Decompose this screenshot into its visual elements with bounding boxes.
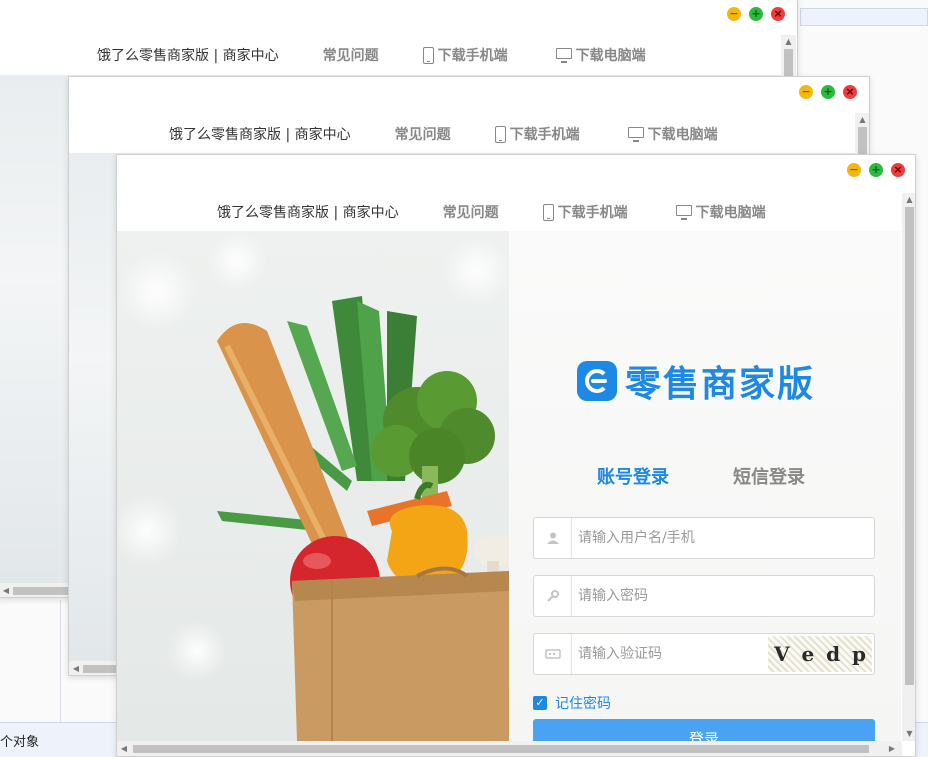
tab-sms-login[interactable]: 短信登录	[733, 463, 805, 489]
grocery-bag-illustration	[117, 231, 509, 741]
download-desktop-link[interactable]: 下载电脑端	[675, 202, 766, 222]
download-desktop-label: 下载电脑端	[575, 48, 646, 64]
top-nav: 饿了么零售商家版 | 商家中心 常见问题 下载手机端 下载电脑端	[97, 45, 646, 65]
download-mobile-label: 下载手机端	[557, 205, 628, 221]
password-field	[533, 575, 875, 617]
brand-link[interactable]: 饿了么零售商家版 | 商家中心	[169, 124, 351, 144]
minimize-button[interactable]: −	[847, 163, 861, 177]
user-icon	[534, 518, 572, 558]
close-button[interactable]: ×	[843, 85, 857, 99]
faq-label: 常见问题	[322, 48, 379, 64]
username-input[interactable]	[572, 518, 874, 558]
remember-password[interactable]: ✓ 记住密码	[533, 693, 611, 713]
app-window-front[interactable]: − + × 饿了么零售商家版 | 商家中心 常见问题 下载手机端 下载电脑端 零…	[116, 154, 916, 757]
download-desktop-label: 下载电脑端	[647, 127, 718, 143]
faq-link[interactable]: 常见问题	[443, 202, 499, 222]
scroll-up-arrow[interactable]: ▲	[902, 193, 915, 207]
phone-icon	[422, 46, 434, 64]
minimize-button[interactable]: −	[799, 85, 813, 99]
captcha-char: e	[801, 642, 815, 666]
captcha-image[interactable]: V e d p	[768, 636, 872, 672]
window-controls: − + ×	[799, 85, 857, 99]
minimize-button[interactable]: −	[727, 7, 741, 21]
captcha-icon	[534, 634, 572, 674]
window-controls: − + ×	[847, 163, 905, 177]
window-controls: − + ×	[727, 7, 785, 21]
captcha-field: V e d p	[533, 633, 875, 675]
grocery-image	[117, 231, 509, 741]
phone-icon	[494, 125, 506, 143]
eleme-logo-icon	[577, 361, 617, 401]
monitor-icon	[555, 47, 572, 63]
key-icon	[534, 576, 572, 616]
download-mobile-link[interactable]: 下载手机端	[422, 45, 508, 65]
scroll-left-arrow[interactable]: ◀	[69, 661, 83, 675]
monitor-icon	[675, 204, 692, 220]
background-toolbar	[800, 8, 928, 26]
captcha-input[interactable]	[572, 634, 768, 674]
captcha-char: V	[773, 642, 790, 666]
brand-link[interactable]: 饿了么零售商家版 | 商家中心	[217, 202, 399, 222]
username-field	[533, 517, 875, 559]
vertical-scrollbar[interactable]: ▲ ▼	[902, 193, 915, 741]
download-mobile-label: 下载手机端	[509, 127, 580, 143]
background-status-text: 个对象	[0, 735, 40, 750]
download-mobile-label: 下载手机端	[437, 48, 508, 64]
captcha-char: p	[852, 642, 867, 666]
faq-link[interactable]: 常见问题	[395, 124, 451, 144]
scroll-down-arrow[interactable]: ▼	[902, 727, 915, 741]
desktop: 个对象 − + × 饿了么零售商家版 | 商家中心 常见问题 下载手机端 下载电…	[0, 0, 928, 757]
scroll-right-arrow[interactable]: ▶	[885, 741, 899, 756]
scroll-thumb[interactable]	[905, 207, 914, 685]
faq-label: 常见问题	[394, 127, 451, 143]
checkbox-checked-icon[interactable]: ✓	[533, 696, 547, 710]
scroll-thumb[interactable]	[13, 587, 73, 595]
close-button[interactable]: ×	[891, 163, 905, 177]
download-mobile-link[interactable]: 下载手机端	[494, 124, 580, 144]
download-desktop-link[interactable]: 下载电脑端	[555, 45, 646, 65]
scroll-left-arrow[interactable]: ◀	[0, 583, 13, 597]
download-desktop-link[interactable]: 下载电脑端	[627, 124, 718, 144]
download-mobile-link[interactable]: 下载手机端	[542, 202, 628, 222]
monitor-icon	[627, 126, 644, 142]
horizontal-scrollbar[interactable]: ◀ ▶	[117, 741, 902, 756]
scroll-up-arrow[interactable]: ▲	[781, 35, 796, 49]
logo-text: 零售商家版	[625, 364, 816, 405]
logo: 零售商家版	[577, 355, 815, 407]
background-divider	[60, 600, 61, 722]
top-nav: 饿了么零售商家版 | 商家中心 常见问题 下载手机端 下载电脑端	[217, 202, 766, 222]
login-tabs: 账号登录 短信登录	[597, 463, 805, 489]
maximize-button[interactable]: +	[821, 85, 835, 99]
password-input[interactable]	[572, 576, 874, 616]
phone-icon	[542, 203, 554, 221]
scroll-thumb[interactable]	[133, 745, 869, 753]
download-desktop-label: 下载电脑端	[695, 205, 766, 221]
captcha-char: d	[826, 642, 841, 666]
maximize-button[interactable]: +	[749, 7, 763, 21]
scroll-up-arrow[interactable]: ▲	[855, 113, 869, 127]
tab-account-login[interactable]: 账号登录	[597, 463, 669, 489]
close-button[interactable]: ×	[771, 7, 785, 21]
top-nav: 饿了么零售商家版 | 商家中心 常见问题 下载手机端 下载电脑端	[169, 124, 718, 144]
faq-label: 常见问题	[442, 205, 499, 221]
remember-password-label: 记住密码	[555, 696, 611, 712]
faq-link[interactable]: 常见问题	[323, 45, 379, 65]
scroll-left-arrow[interactable]: ◀	[117, 741, 131, 756]
brand-link[interactable]: 饿了么零售商家版 | 商家中心	[97, 45, 279, 65]
maximize-button[interactable]: +	[869, 163, 883, 177]
